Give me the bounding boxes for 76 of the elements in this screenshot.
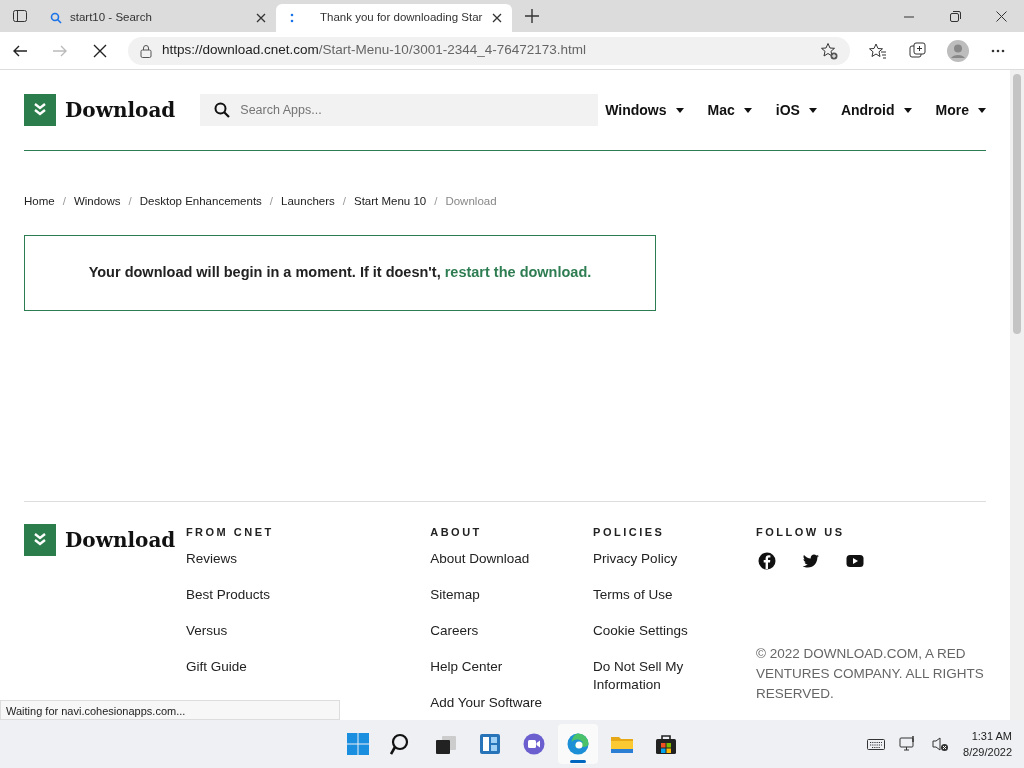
- nav-menu[interactable]: Android: [840, 99, 912, 121]
- copyright-text: © 2022 DOWNLOAD.COM, A RED VENTURES COMPANY. ALL RIGHTS RESERVED.: [756, 645, 985, 704]
- widgets-icon: [478, 732, 502, 756]
- nav-menu[interactable]: More: [935, 99, 986, 121]
- logo-text[interactable]: Download: [65, 95, 176, 125]
- breadcrumb-current: Download: [445, 194, 497, 209]
- address-bar[interactable]: https://download.cnet.com/Start-Menu-10/3001-2344_4-76472173.html: [128, 36, 850, 65]
- restore-icon[interactable]: [949, 11, 961, 23]
- footer-link[interactable]: Careers: [430, 623, 479, 639]
- browser-tab[interactable]: start10 - Search: [40, 4, 276, 32]
- nav-menu[interactable]: iOS: [775, 99, 817, 121]
- footer-heading: FOLLOW US: [756, 525, 846, 541]
- footer-link[interactable]: Gift Guide: [185, 659, 247, 675]
- breadcrumb-separator: /: [62, 194, 66, 209]
- notice-text: Your download will begin in a moment. If it doesn't, restart the download.: [88, 263, 592, 283]
- scrollbar-thumb[interactable]: [1013, 74, 1021, 334]
- caret-icon: [743, 107, 752, 113]
- footer-link[interactable]: Cookie Settings: [593, 623, 688, 639]
- breadcrumb-link[interactable]: Windows: [73, 193, 121, 211]
- footer-link[interactable]: Add Your Software: [430, 695, 543, 711]
- breadcrumb-link[interactable]: Desktop Enhancements: [139, 193, 262, 211]
- footer-link[interactable]: Help Center: [430, 659, 503, 675]
- favorites-icon[interactable]: [869, 41, 887, 60]
- tab-actions-icon[interactable]: [12, 8, 28, 24]
- caret-icon: [675, 107, 684, 113]
- breadcrumb-separator: /: [434, 194, 438, 209]
- profile-icon[interactable]: [946, 38, 970, 63]
- logo-text[interactable]: Download: [65, 525, 176, 556]
- footer-link[interactable]: Sitemap: [430, 587, 480, 603]
- close-icon[interactable]: [492, 13, 502, 23]
- clock-time: 1:31 AM: [970, 729, 1012, 744]
- breadcrumb-link[interactable]: Home: [24, 193, 55, 211]
- chat-icon: [522, 732, 546, 756]
- clock[interactable]: 1:31 AM 8/29/2022: [963, 728, 1012, 760]
- breadcrumb-link[interactable]: Start Menu 10: [354, 193, 427, 211]
- restart-download-link[interactable]: restart the download.: [444, 264, 592, 281]
- add-favorite-icon[interactable]: [820, 41, 838, 60]
- search-icon: [50, 12, 62, 24]
- footer-heading: POLICIES: [593, 525, 666, 541]
- footer-link[interactable]: About Download: [430, 551, 530, 567]
- footer-link[interactable]: Do Not Sell My Information: [593, 658, 719, 695]
- caret-icon: [903, 107, 912, 113]
- footer-link[interactable]: Reviews: [185, 551, 237, 567]
- volume-muted-icon[interactable]: [931, 735, 950, 753]
- footer-link[interactable]: Versus: [185, 623, 228, 639]
- caret-icon: [808, 107, 817, 113]
- clock-date: 8/29/2022: [963, 745, 1012, 760]
- lock-icon: [140, 43, 152, 58]
- status-text: Waiting for navi.cohesionapps.com...: [0, 700, 340, 720]
- logo-icon[interactable]: [24, 524, 56, 557]
- browser-icon: [566, 732, 590, 756]
- breadcrumb-separator: /: [342, 194, 346, 209]
- footer-heading: FROM CNET: [185, 525, 275, 541]
- search-icon: [214, 102, 231, 118]
- footer-link[interactable]: Privacy Policy: [593, 551, 678, 567]
- footer-link[interactable]: Best Products: [185, 587, 270, 603]
- caret-icon: [978, 107, 986, 113]
- bag-icon: [654, 732, 678, 756]
- breadcrumb-separator: /: [269, 194, 274, 209]
- search-field[interactable]: Search Apps...: [200, 94, 599, 126]
- browser-tab[interactable]: Thank you for downloading Star: [276, 4, 512, 32]
- start-icon: [346, 732, 370, 756]
- footer-link[interactable]: Terms of Use: [593, 587, 673, 603]
- facebook-icon[interactable]: [758, 552, 776, 571]
- stop-icon[interactable]: [93, 43, 107, 58]
- close-icon[interactable]: [256, 13, 266, 23]
- logo-icon[interactable]: [24, 94, 56, 126]
- new-tab-icon[interactable]: [524, 8, 540, 24]
- footer-heading: ABOUT: [430, 525, 483, 541]
- collections-icon[interactable]: [909, 41, 927, 60]
- nav-menu[interactable]: Mac: [707, 99, 752, 121]
- keyboard-icon[interactable]: [867, 737, 886, 751]
- nav-menu[interactable]: Windows: [605, 99, 684, 121]
- breadcrumb-link[interactable]: Launchers: [281, 193, 335, 211]
- breadcrumb-separator: /: [128, 194, 132, 209]
- close-icon[interactable]: [995, 11, 1007, 23]
